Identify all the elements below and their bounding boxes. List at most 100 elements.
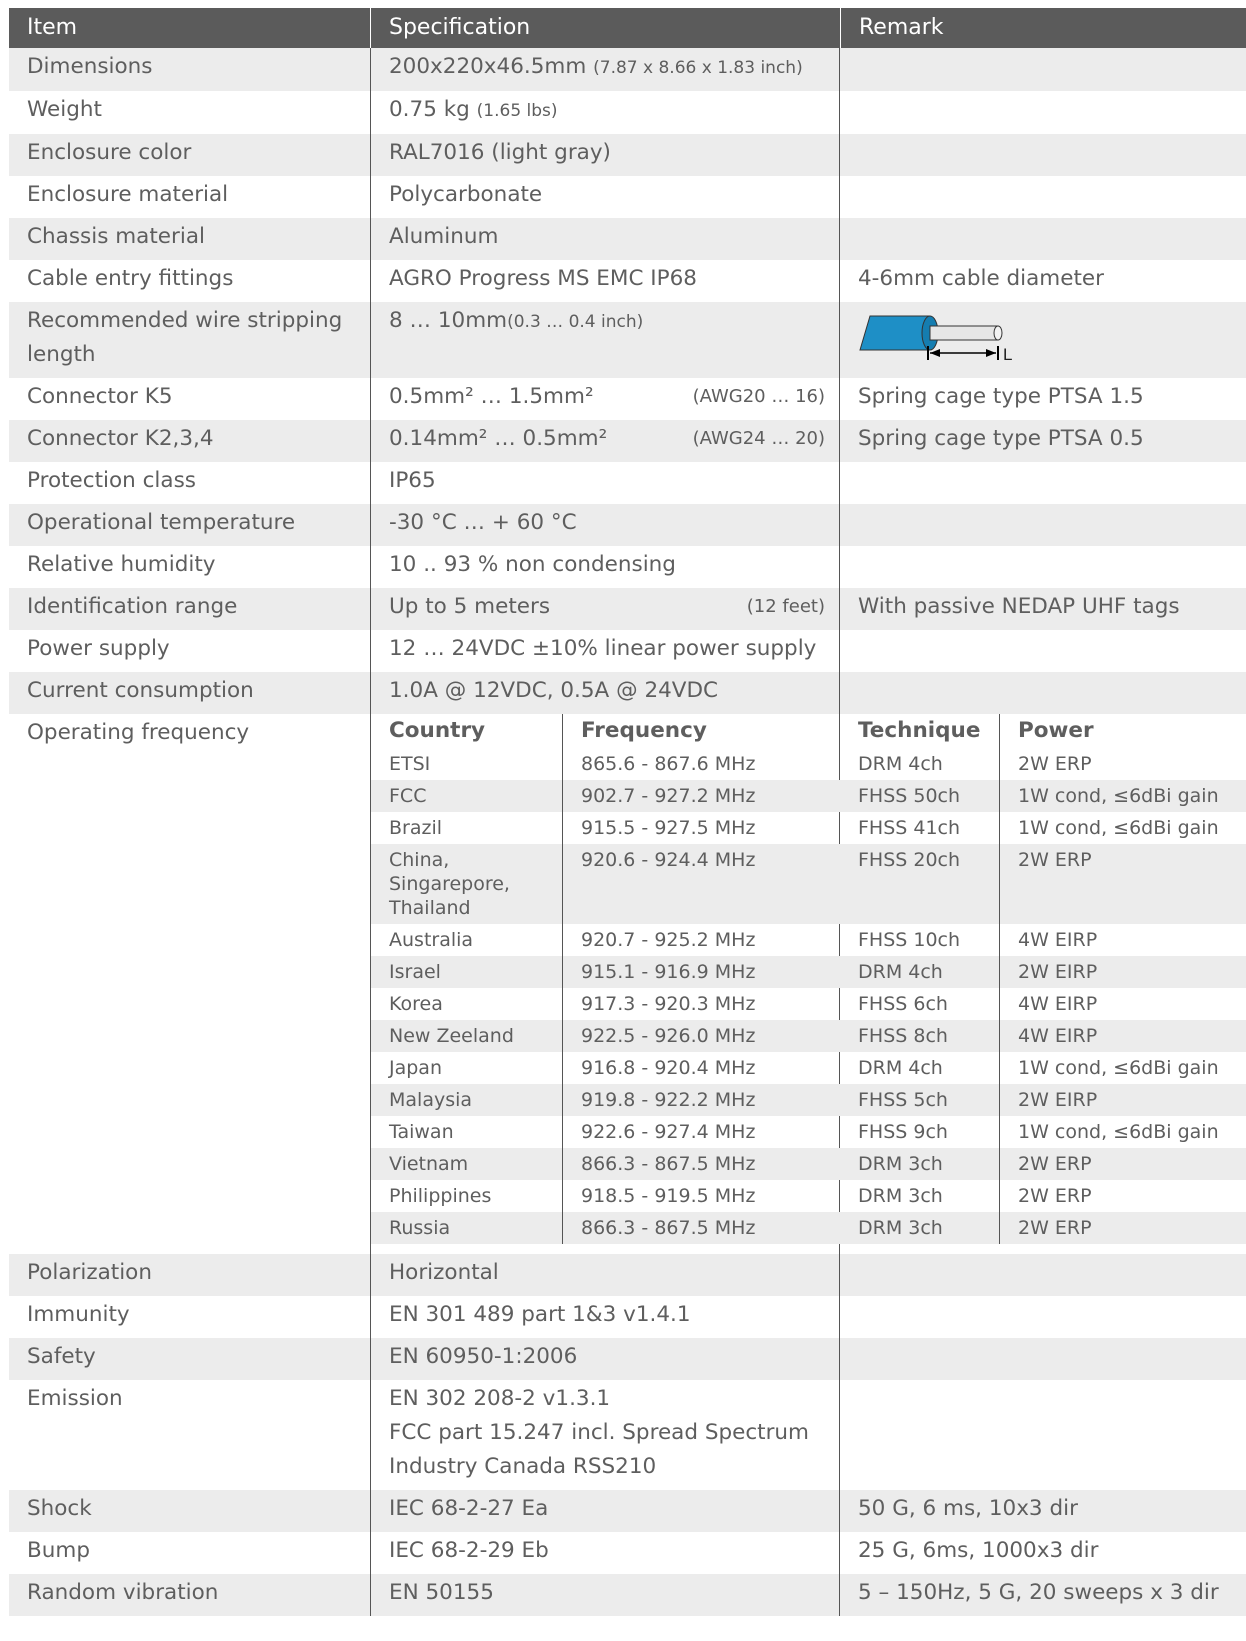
country-header: Country — [371, 714, 563, 748]
power-cell: 2W ERP — [1018, 1185, 1092, 1207]
item-cell: Relative humidity — [27, 552, 216, 577]
spec-cell: 0.75 kg (1.65 lbs) — [370, 91, 840, 134]
item-cell: Current consumption — [9, 672, 370, 714]
spec-cell: 0.5mm² … 1.5mm² (AWG20 … 16) — [370, 378, 840, 420]
technique-cell: DRM 3ch — [840, 1212, 1000, 1244]
remark-cell — [840, 672, 1246, 714]
spec-cell: 1.0A @ 12VDC, 0.5A @ 24VDC — [370, 672, 840, 714]
remark-cell: L — [840, 302, 1246, 378]
technique-cell: FHSS 9ch — [840, 1116, 1000, 1148]
country-line: FCC — [389, 785, 427, 807]
spec-cell: 8 … 10mm(0.3 … 0.4 inch) — [370, 302, 840, 378]
power-cell: 2W ERP — [1000, 1148, 1246, 1180]
item-cell: Dimensions — [9, 48, 370, 91]
remark-cell — [840, 1380, 1246, 1490]
spec-cell: RAL7016 (light gray) — [370, 134, 840, 176]
spec-cell: 12 … 24VDC ±10% linear power supply — [370, 630, 840, 672]
power-cell: 1W cond, ≤6dBi gain — [1018, 817, 1219, 839]
power-cell: 2W ERP — [1000, 1212, 1246, 1244]
spec-cell: 0.14mm² … 0.5mm² (AWG24 … 20) — [370, 420, 840, 462]
spec-line: EN 302 208-2 v1.3.1 — [389, 1386, 611, 1411]
spec-cell: EN 60950-1:2006 — [370, 1338, 840, 1380]
technique-cell: FHSS 8ch — [840, 1020, 1000, 1052]
spec-line: EN 301 489 part 1&3 v1.4.1 — [389, 1302, 691, 1327]
item-cell: Identification range — [9, 588, 370, 630]
spec-line: EN 50155 — [389, 1580, 494, 1605]
frequency-table-left: Country Frequency ETSI 865.6 - 867.6 MHz FCC… — [370, 714, 841, 1254]
spec-line: FCC part 15.247 incl. Spread Spectrum — [389, 1420, 810, 1445]
spec-imperial: (12 feet) — [746, 596, 825, 617]
technique-cell: DRM 4ch — [840, 1052, 1000, 1084]
frequency-cell: 916.8 - 920.4 MHz — [581, 1057, 756, 1079]
country-line: Japan — [389, 1057, 442, 1079]
technique-cell: FHSS 5ch — [840, 1084, 1000, 1116]
spec-cell: 10 .. 93 % non condensing — [370, 546, 840, 588]
country-cell: ETSI — [371, 748, 563, 780]
remark-cell: With passive NEDAP UHF tags — [840, 588, 1246, 630]
spec-value: -30 °C … + 60 °C — [389, 510, 577, 535]
country-line: Israel — [389, 961, 441, 983]
country-cell: New Zeeland — [371, 1020, 563, 1052]
country-cell: Malaysia — [371, 1084, 563, 1116]
spec-cell: IEC 68-2-27 Ea — [370, 1490, 840, 1532]
spec-awg: (AWG24 … 20) — [692, 428, 825, 449]
item-cell: Enclosure color — [9, 134, 370, 176]
power-cell: 4W EIRP — [1018, 993, 1098, 1015]
country-line: Brazil — [389, 817, 443, 839]
country-line: Taiwan — [389, 1121, 454, 1143]
spec-cell: 200x220x46.5mm (7.87 x 8.66 x 1.83 inch) — [370, 48, 840, 91]
frequency-cell: 920.6 - 924.4 MHz — [563, 844, 841, 924]
technique-cell: FHSS 50ch — [840, 780, 1000, 812]
frequency-cell: 865.6 - 867.6 MHz — [581, 753, 756, 775]
frequency-cell: 922.6 - 927.4 MHz — [581, 1121, 756, 1143]
frequency-cell: 902.7 - 927.2 MHz — [563, 780, 841, 812]
header-item: Item — [9, 8, 370, 48]
country-cell: Russia — [371, 1212, 563, 1244]
spec-cell: EN 302 208-2 v1.3.1 FCC part 15.247 incl.… — [370, 1380, 840, 1490]
spec-cell: AGRO Progress MS EMC IP68 — [370, 260, 840, 302]
item-cell: Bump — [27, 1538, 90, 1563]
spec-value: 0.5mm² … 1.5mm² — [389, 384, 594, 409]
spec-line: IEC 68-2-29 Eb — [389, 1538, 549, 1563]
frequency-cell: 866.3 - 867.5 MHz — [563, 1148, 841, 1180]
power-header: Power — [1018, 718, 1094, 743]
spec-imperial: (7.87 x 8.66 x 1.83 inch) — [593, 58, 803, 78]
spec-line: Industry Canada RSS210 — [389, 1454, 657, 1479]
spec-cell: Polycarbonate — [370, 176, 840, 218]
spec-value: 0.75 kg — [389, 97, 470, 122]
remark-cell — [840, 134, 1246, 176]
spec-value: 0.14mm² … 0.5mm² — [389, 426, 608, 451]
power-cell: 2W EIRP — [1000, 1084, 1246, 1116]
country-cell: Israel — [371, 956, 563, 988]
country-line: China, — [389, 849, 450, 871]
spec-imperial: (0.3 … 0.4 inch) — [507, 312, 644, 332]
header-remark: Remark — [840, 8, 1246, 48]
power-cell: 2W ERP — [1018, 753, 1092, 775]
item-cell: Emission — [27, 1386, 123, 1411]
spec-cell: -30 °C … + 60 °C — [370, 504, 840, 546]
remark-cell — [840, 48, 1246, 91]
remark-cell — [840, 546, 1246, 588]
spec-awg: (AWG20 … 16) — [692, 386, 825, 407]
item-cell: Power supply — [27, 636, 170, 661]
item-cell: Recommended wire stripping length — [9, 302, 370, 378]
item-cell: Protection class — [27, 468, 196, 493]
frequency-cell: 920.7 - 925.2 MHz — [581, 929, 756, 951]
spec-cell: IEC 68-2-29 Eb — [370, 1532, 840, 1574]
technique-header: Technique — [840, 714, 1000, 748]
spec-value: IP65 — [389, 468, 436, 493]
spec-value: Polycarbonate — [389, 182, 543, 207]
item-cell: Shock — [9, 1490, 370, 1532]
country-line: Vietnam — [389, 1153, 469, 1175]
remark-cell — [840, 91, 1246, 134]
frequency-cell: 866.3 - 867.5 MHz — [563, 1212, 841, 1244]
technique-cell: FHSS 41ch — [840, 812, 1000, 844]
remark-cell: Spring cage type PTSA 0.5 — [840, 420, 1246, 462]
spec-value: 200x220x46.5mm — [389, 54, 587, 79]
item-cell: Polarization — [9, 1254, 370, 1296]
spec-value: Up to 5 meters — [389, 594, 551, 619]
power-cell: 1W cond, ≤6dBi gain — [1000, 780, 1246, 812]
country-line: Thailand — [389, 897, 471, 919]
item-cell: Connector K2,3,4 — [9, 420, 370, 462]
spec-value: RAL7016 (light gray) — [389, 140, 611, 165]
